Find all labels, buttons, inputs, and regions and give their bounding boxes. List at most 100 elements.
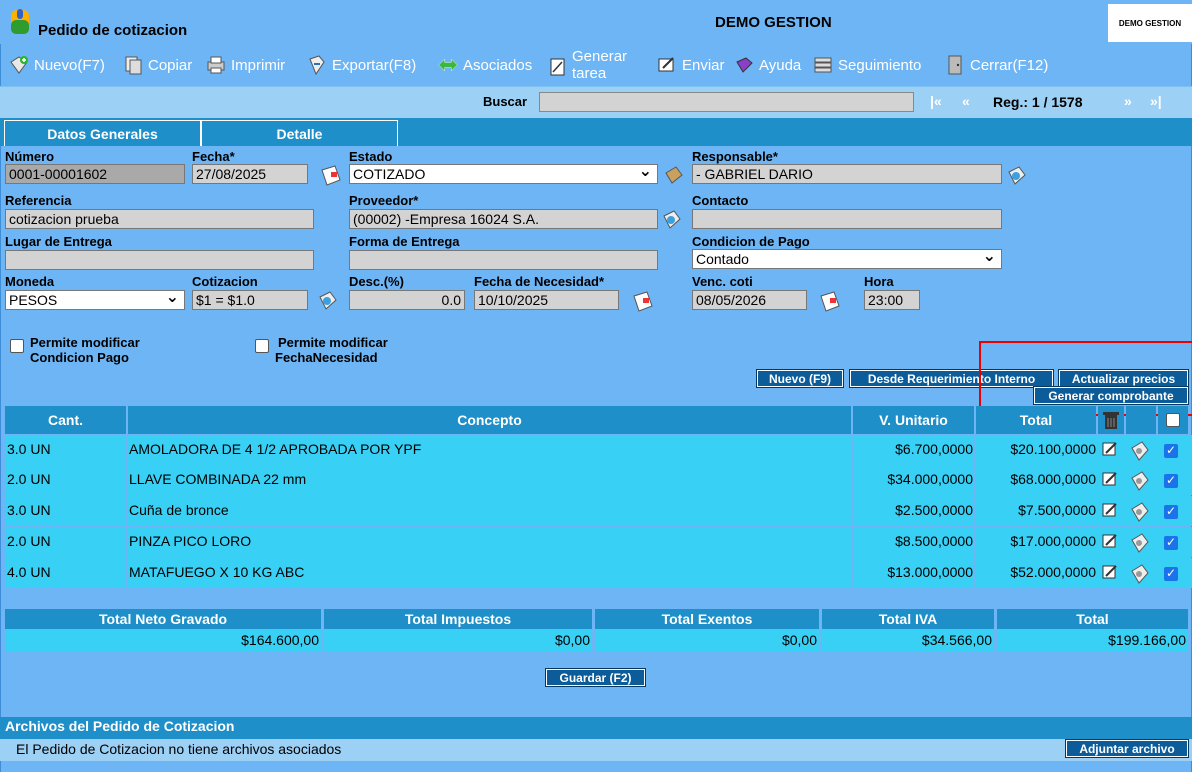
select-all-checkbox[interactable] — [1166, 413, 1180, 427]
responsable-field[interactable]: - GABRIEL DARIO — [692, 164, 1002, 184]
files-empty-text: El Pedido de Cotizacion no tiene archivo… — [16, 741, 342, 757]
forma-entrega-label: Forma de Entrega — [349, 234, 460, 249]
search-input[interactable] — [539, 92, 914, 112]
cell-concepto: Cuña de bronce — [129, 502, 229, 518]
cotizacion-field[interactable]: $1 = $1.0 — [192, 290, 308, 310]
estado-select[interactable]: COTIZADO — [349, 164, 658, 184]
row-checkbox[interactable] — [1164, 443, 1178, 458]
enviar-button[interactable]: Enviar — [656, 54, 725, 76]
permite-condicion-checkbox[interactable] — [10, 339, 24, 353]
detail-icon[interactable] — [1129, 470, 1151, 492]
cell-total: $17.000,0000 — [1010, 533, 1096, 549]
col-select — [1158, 406, 1188, 434]
proveedor-search-icon[interactable] — [660, 208, 684, 232]
col-total: Total — [976, 406, 1096, 434]
permite-fecha-checkbox[interactable] — [255, 339, 269, 353]
next-record-button[interactable]: » — [1124, 93, 1132, 109]
numero-field[interactable]: 0001-00001602 — [5, 164, 185, 184]
search-bar: Buscar |« « Reg.: 1 / 1578 » »| — [0, 86, 1192, 118]
tab-datos-generales[interactable]: Datos Generales — [4, 120, 201, 146]
new-doc-icon — [8, 54, 30, 76]
moneda-select[interactable]: PESOS — [5, 290, 185, 310]
detail-icon[interactable] — [1129, 532, 1151, 554]
edit-icon[interactable] — [1101, 440, 1119, 458]
contacto-field[interactable] — [692, 209, 1002, 229]
detail-icon[interactable] — [1129, 440, 1151, 462]
table-row: 4.0 UN MATAFUEGO X 10 KG ABC $13.000,000… — [5, 558, 1192, 588]
exportar-button[interactable]: Exportar(F8) — [306, 54, 416, 76]
permite-fecha-label: Permite modificar FechaNecesidad — [275, 335, 388, 365]
fecha-field[interactable]: 27/08/2025 — [192, 164, 308, 184]
guardar-button[interactable]: Guardar (F2) — [545, 668, 646, 687]
generar-tarea-button[interactable]: Generar tarea — [548, 48, 627, 82]
imprimir-button[interactable]: Imprimir — [205, 54, 285, 76]
copy-icon — [122, 54, 144, 76]
calendar-icon[interactable] — [631, 290, 655, 314]
company-name: DEMO GESTION — [715, 14, 832, 31]
detail-icon[interactable] — [1129, 563, 1151, 585]
record-counter: Reg.: 1 / 1578 — [993, 94, 1083, 110]
calendar-icon[interactable] — [818, 290, 842, 314]
detail-icon[interactable] — [1129, 501, 1151, 523]
forma-entrega-field[interactable] — [349, 250, 658, 270]
highlight-box — [979, 341, 1192, 416]
desc-field[interactable]: 0.0 — [349, 290, 465, 310]
row-checkbox[interactable] — [1164, 473, 1178, 488]
fecha-necesidad-field[interactable]: 10/10/2025 — [474, 290, 619, 310]
ayuda-button[interactable]: Ayuda — [733, 54, 801, 76]
lugar-entrega-field[interactable] — [5, 250, 314, 270]
responsable-search-icon[interactable] — [1005, 164, 1029, 188]
nuevo-button[interactable]: Nuevo(F7) — [8, 54, 105, 76]
calendar-icon[interactable] — [319, 164, 343, 188]
fecha-necesidad-label: Fecha de Necesidad* — [474, 274, 605, 289]
cerrar-button[interactable]: Cerrar(F12) — [944, 54, 1048, 76]
row-checkbox[interactable] — [1164, 504, 1178, 519]
copiar-button[interactable]: Copiar — [122, 54, 192, 76]
cell-concepto: AMOLADORA DE 4 1/2 APROBADA POR YPF — [129, 441, 422, 457]
cell-cant: 2.0 UN — [7, 471, 51, 487]
col-separator — [851, 435, 853, 588]
estado-history-icon[interactable] — [662, 163, 686, 187]
edit-icon[interactable] — [1101, 532, 1119, 550]
seguimiento-label: Seguimiento — [838, 56, 922, 74]
tab-detalle[interactable]: Detalle — [201, 120, 398, 146]
total-impuestos-header: Total Impuestos — [324, 609, 592, 629]
proveedor-label: Proveedor* — [349, 193, 419, 208]
condicion-pago-select[interactable]: Contado — [692, 249, 1002, 269]
row-checkbox[interactable] — [1164, 566, 1178, 581]
generar-tarea-label-1: Generar — [572, 48, 628, 65]
cell-unitario: $6.700,0000 — [895, 441, 973, 457]
export-icon — [306, 54, 328, 76]
asociados-label: Asociados — [463, 56, 533, 74]
prev-record-button[interactable]: « — [962, 93, 970, 109]
edit-icon[interactable] — [1101, 470, 1119, 488]
first-record-button[interactable]: |« — [930, 93, 942, 109]
help-book-icon — [733, 54, 755, 76]
hora-field[interactable]: 23:00 — [864, 290, 920, 310]
cotizacion-label: Cotizacion — [192, 274, 258, 289]
asociados-button[interactable]: Asociados — [437, 54, 532, 76]
seguimiento-button[interactable]: Seguimiento — [812, 54, 921, 76]
row-checkbox[interactable] — [1164, 535, 1178, 550]
venc-coti-field[interactable]: 08/05/2026 — [692, 290, 807, 310]
toolbar: Nuevo(F7) Copiar Imprimir Exportar(F8) A… — [0, 44, 1192, 86]
nuevo-item-button[interactable]: Nuevo (F9) — [756, 369, 844, 388]
hora-label: Hora — [864, 274, 894, 289]
tabs-bar: Datos Generales Detalle — [0, 118, 1192, 146]
cell-total: $68.000,0000 — [1010, 471, 1096, 487]
cell-total: $20.100,0000 — [1010, 441, 1096, 457]
nuevo-label: Nuevo(F7) — [34, 56, 105, 74]
last-record-button[interactable]: »| — [1150, 93, 1162, 109]
edit-icon[interactable] — [1101, 563, 1119, 581]
cell-unitario: $2.500,0000 — [895, 502, 973, 518]
trash-icon[interactable] — [1102, 410, 1120, 430]
table-row: 3.0 UN Cuña de bronce $2.500,0000 $7.500… — [5, 496, 1192, 526]
cell-concepto: PINZA PICO LORO — [129, 533, 252, 549]
adjuntar-archivo-button[interactable]: Adjuntar archivo — [1065, 739, 1189, 758]
enviar-label: Enviar — [682, 56, 725, 74]
proveedor-field[interactable]: (00002) -Empresa 16024 S.A. — [349, 209, 658, 229]
cotizacion-search-icon[interactable] — [316, 289, 340, 313]
contacto-label: Contacto — [692, 193, 749, 208]
referencia-field[interactable]: cotizacion prueba — [5, 209, 314, 229]
edit-icon[interactable] — [1101, 501, 1119, 519]
